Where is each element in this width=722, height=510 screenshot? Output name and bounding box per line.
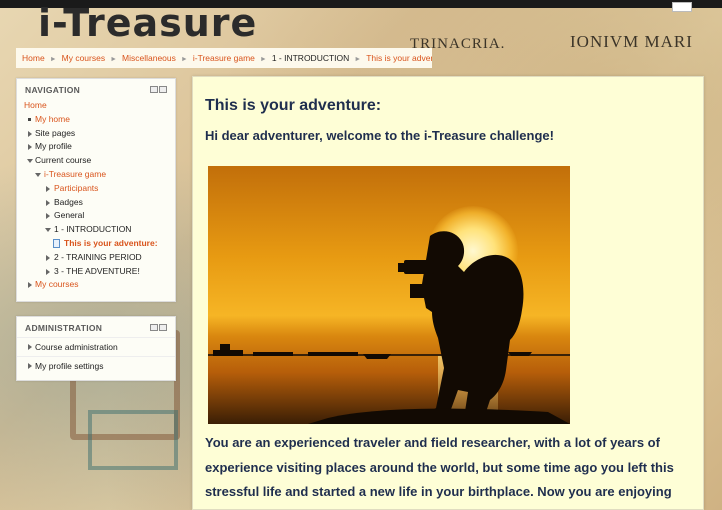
welcome-heading: Hi dear adventurer, welcome to the i-Tre… (205, 128, 554, 143)
admin-item-profile-settings[interactable]: My profile settings (17, 356, 175, 375)
nav-item-site-pages[interactable]: Site pages (17, 127, 175, 141)
nav-item-participants[interactable]: Participants (17, 182, 175, 196)
chevron-right-icon (46, 185, 50, 192)
adventurer-photo (208, 166, 570, 424)
nav-item-my-profile[interactable]: My profile (17, 140, 175, 154)
nav-item-label: Home (24, 100, 47, 110)
chevron-right-icon (28, 144, 32, 151)
navigation-block: NAVIGATION Home My home Site pages My pr… (16, 78, 176, 302)
admin-item-label: Course administration (35, 342, 118, 352)
breadcrumb-separator: ► (49, 56, 57, 63)
block-controls (150, 324, 167, 331)
main-content: This is your adventure: Hi dear adventur… (192, 76, 704, 510)
admin-item-course-administration[interactable]: Course administration (17, 337, 175, 356)
administration-title: ADMINISTRATION (25, 323, 103, 333)
nav-item-label: My courses (35, 279, 79, 290)
map-label-ionium: IONIVM MARI (570, 32, 693, 51)
site-logo[interactable]: i-Treasure (38, 3, 257, 43)
chevron-right-icon (46, 254, 50, 261)
breadcrumb-separator: ► (110, 56, 118, 63)
breadcrumb-section: 1 - INTRODUCTION (271, 53, 350, 63)
breadcrumb-miscellaneous[interactable]: Miscellaneous (122, 53, 176, 63)
chevron-right-icon (28, 344, 32, 350)
nav-item-label: Current course (35, 155, 92, 166)
nav-item-label: i-Treasure game (44, 168, 107, 179)
nav-item-general[interactable]: General (17, 209, 175, 223)
breadcrumb-course[interactable]: i-Treasure game (193, 53, 255, 63)
nav-item-label: Site pages (35, 127, 76, 138)
chevron-right-icon (46, 213, 50, 220)
navigation-tree: Home My home Site pages My profile Curre… (17, 99, 175, 292)
nav-item-label: This is your adventure: (64, 237, 158, 248)
chevron-right-icon (28, 363, 32, 369)
nav-item-label: My home (35, 113, 70, 124)
chevron-down-icon (45, 228, 51, 233)
map-decoration-secondary (88, 410, 178, 470)
nav-item-my-home[interactable]: My home (17, 113, 175, 127)
breadcrumb-my-courses[interactable]: My courses (62, 53, 105, 63)
chevron-right-icon (28, 130, 32, 137)
nav-item-current-page[interactable]: This is your adventure: (17, 237, 175, 251)
chevron-down-icon (27, 159, 33, 164)
chevron-right-icon (46, 268, 50, 275)
nav-item-label: My profile (35, 141, 72, 152)
nav-item-home[interactable]: Home (17, 99, 175, 113)
nav-item-label: Badges (54, 196, 83, 207)
breadcrumb-separator: ► (259, 56, 267, 63)
page-title: This is your adventure: (205, 97, 382, 114)
collapse-icon[interactable] (150, 86, 158, 93)
nav-item-course[interactable]: i-Treasure game (17, 168, 175, 182)
nav-item-label: 2 - TRAINING PERIOD (54, 251, 142, 262)
bullet-icon (28, 117, 31, 121)
nav-item-introduction[interactable]: 1 - INTRODUCTION (17, 223, 175, 237)
admin-item-label: My profile settings (35, 361, 104, 371)
breadcrumb-home[interactable]: Home (22, 53, 45, 63)
window-corner-box (672, 2, 692, 12)
nav-item-current-course[interactable]: Current course (17, 154, 175, 168)
photographer-silhouette (213, 231, 570, 424)
administration-block: ADMINISTRATION Course administration My … (16, 316, 176, 381)
dock-icon[interactable] (159, 324, 167, 331)
nav-item-label: 1 - INTRODUCTION (54, 224, 132, 235)
dock-icon[interactable] (159, 86, 167, 93)
nav-item-label: Participants (54, 182, 99, 193)
story-text: You are an experienced traveler and fiel… (205, 435, 674, 499)
nav-item-training[interactable]: 2 - TRAINING PERIOD (17, 251, 175, 265)
breadcrumb: Home ► My courses ► Miscellaneous ► i-Treasure… (16, 48, 432, 68)
nav-item-label: 3 - THE ADVENTURE! (54, 265, 140, 276)
navigation-block-header: NAVIGATION (17, 79, 175, 99)
nav-item-label: General (54, 210, 85, 221)
navigation-title: NAVIGATION (25, 85, 81, 95)
breadcrumb-separator: ► (180, 56, 188, 63)
chevron-right-icon (28, 282, 32, 289)
collapse-icon[interactable] (150, 324, 158, 331)
nav-item-my-courses[interactable]: My courses (17, 278, 175, 292)
chevron-right-icon (46, 199, 50, 206)
nav-item-badges[interactable]: Badges (17, 196, 175, 210)
administration-block-header: ADMINISTRATION (17, 317, 175, 337)
chevron-down-icon (35, 172, 41, 177)
page-icon (53, 238, 60, 248)
breadcrumb-separator: ► (354, 56, 362, 63)
block-controls (150, 86, 167, 93)
breadcrumb-current[interactable]: This is your adventure: (366, 53, 432, 63)
nav-item-adventure[interactable]: 3 - THE ADVENTURE! (17, 265, 175, 279)
